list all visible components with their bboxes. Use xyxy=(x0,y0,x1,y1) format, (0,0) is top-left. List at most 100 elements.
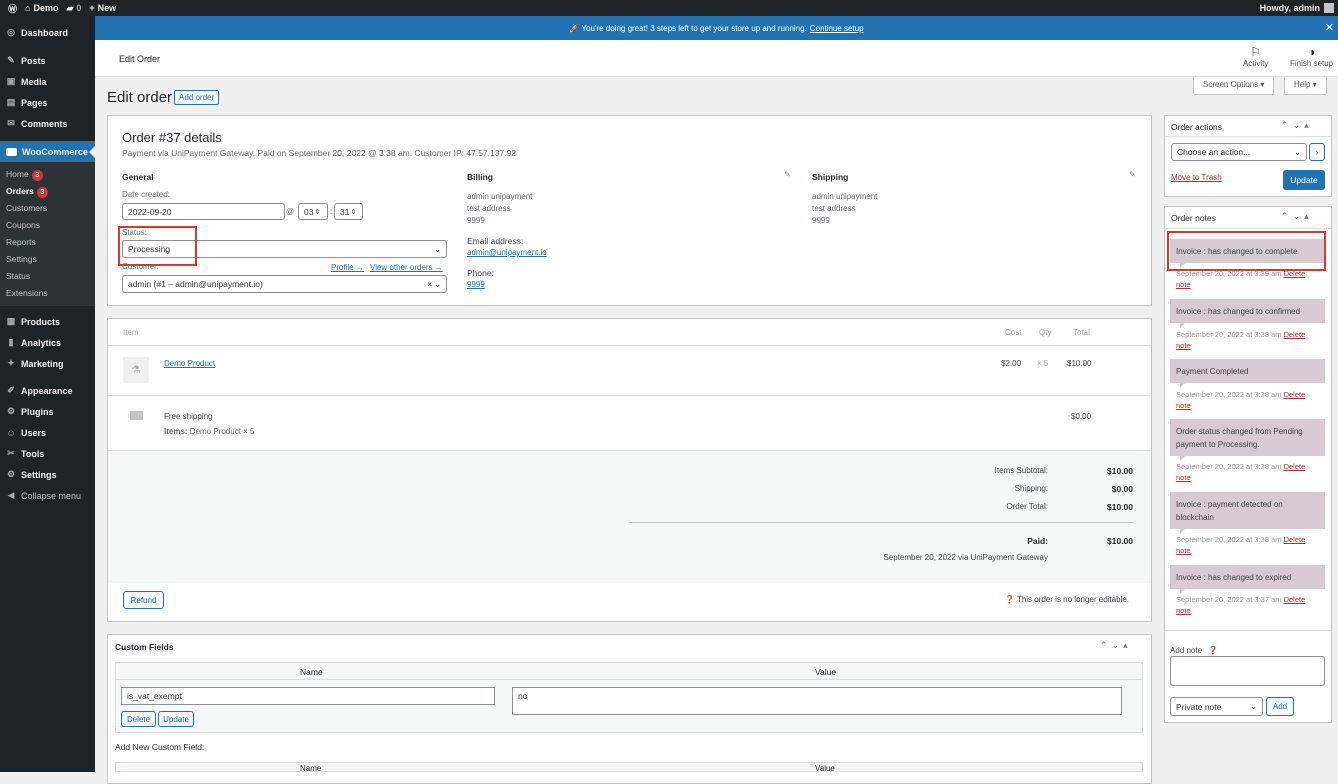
submenu-reports[interactable]: Reports xyxy=(0,234,95,251)
submenu-settings[interactable]: Settings xyxy=(0,251,95,268)
menu-item-tools[interactable]: ✂ Tools xyxy=(0,443,95,464)
menu-item-products[interactable]: ▦ Products xyxy=(0,311,95,332)
submenu-status[interactable]: Status xyxy=(0,268,95,285)
edit-shipping-icon[interactable]: ✎ xyxy=(1129,170,1136,179)
pin-icon: ✎ xyxy=(7,55,15,65)
admin-menu: ◎ Dashboard ✎ Posts ▣ Media ▤ Pages ✉ Comment… xyxy=(0,16,95,772)
product-total: $10.00 xyxy=(1067,359,1092,368)
note-meta: September 20, 2022 at 3:38 am Delete note xyxy=(1176,390,1306,410)
menu-item-posts[interactable]: ✎ Posts xyxy=(0,50,95,71)
subtotal-value: $10.00 xyxy=(1107,466,1133,476)
menu-item-media[interactable]: ▣ Media xyxy=(0,71,95,92)
order-total-value: $10.00 xyxy=(1107,502,1133,512)
activity-button[interactable]: ⚐ Activity xyxy=(1243,45,1268,69)
update-order-button[interactable]: Update xyxy=(1283,170,1325,190)
note-type-select[interactable]: Private note ⌄ xyxy=(1170,697,1263,716)
brush-icon: ✐ xyxy=(7,385,15,395)
box-controls[interactable]: ⌃⌄▴ xyxy=(1100,640,1132,651)
order-action-select[interactable]: Choose an action... ⌄ xyxy=(1171,143,1307,161)
submenu-extensions[interactable]: Extensions xyxy=(0,285,95,302)
menu-item-dashboard[interactable]: ◎ Dashboard xyxy=(0,22,95,43)
order-note: Invoice : payment detected on blockchain xyxy=(1170,492,1325,534)
paid-meta: September 20, 2022 via UniPayment Gatewa… xyxy=(883,553,1048,562)
hour-input[interactable]: 03 ⇕ xyxy=(298,203,328,220)
note-meta: September 20, 2022 at 3:37 am Delete note xyxy=(1176,595,1306,615)
submenu-customers[interactable]: Customers xyxy=(0,200,95,217)
minute-input[interactable]: 31 ⇕ xyxy=(334,203,363,220)
screen-options-button[interactable]: Screen Options ▾ xyxy=(1193,77,1275,95)
collapse-icon: ◀ xyxy=(7,490,15,500)
help-circle-icon: ❓ xyxy=(1004,595,1015,604)
highlight-box xyxy=(118,226,197,266)
menu-item-users[interactable]: ☺ Users xyxy=(0,422,95,443)
menu-item-analytics[interactable]: ▮ Analytics xyxy=(0,332,95,353)
note-meta: September 20, 2022 at 3:38 am Delete note xyxy=(1176,330,1306,350)
note-meta: September 20, 2022 at 3:38 am Delete note xyxy=(1176,535,1306,555)
products-icon: ▦ xyxy=(6,316,16,326)
close-icon[interactable]: ✕ xyxy=(1325,21,1334,34)
totals-divider xyxy=(629,522,1134,523)
delete-custom-field-button[interactable]: Delete xyxy=(121,711,156,727)
product-link[interactable]: Demo Product xyxy=(164,359,215,368)
column-header-total: Total xyxy=(1073,328,1090,337)
submenu-coupons[interactable]: Coupons xyxy=(0,217,95,234)
add-note-textarea[interactable] xyxy=(1170,656,1325,686)
help-button[interactable]: Help ▾ xyxy=(1284,77,1327,95)
flag-icon: ⚐ xyxy=(1250,45,1262,59)
new-content-link[interactable]: + New xyxy=(89,3,116,13)
update-custom-field-button[interactable]: Update xyxy=(158,711,194,727)
time-colon: : xyxy=(330,207,333,216)
items-header-row xyxy=(108,319,1151,346)
edit-billing-icon[interactable]: ✎ xyxy=(784,170,791,179)
date-input[interactable]: 2022-09-20 xyxy=(122,203,285,220)
settings-icon: ⚙ xyxy=(6,469,16,479)
email-link[interactable]: admin@unipayment.io xyxy=(467,248,547,257)
menu-item-plugins[interactable]: ⚙ Plugins xyxy=(0,401,95,422)
submenu-orders[interactable]: Orders 3 xyxy=(0,183,95,200)
comments-link[interactable]: ▰ 0 xyxy=(66,3,81,14)
shipping-address: admin unipayment test address 9999 xyxy=(812,192,878,225)
chevron-down-icon: ⌄ xyxy=(434,244,441,254)
order-meta: Payment via UniPayment Gateway. Paid on … xyxy=(122,148,517,158)
menu-item-pages[interactable]: ▤ Pages xyxy=(0,92,95,113)
phone-link[interactable]: 9999 xyxy=(467,280,485,289)
collapse-menu-button[interactable]: ◀ Collapse menu xyxy=(0,485,95,506)
customer-select[interactable]: admin (#1 – admin@unipayment.io) × ⌄ xyxy=(122,275,447,293)
dashboard-icon: ◎ xyxy=(7,27,15,37)
billing-address: admin unipayment test address 9999 xyxy=(467,192,533,225)
order-heading: Order #37 details xyxy=(122,130,222,145)
menu-item-appearance[interactable]: ✐ Appearance xyxy=(0,380,95,401)
menu-item-settings[interactable]: ⚙ Settings xyxy=(0,464,95,485)
profile-link[interactable]: Profile → xyxy=(331,263,364,272)
product-thumbnail: ⚗ xyxy=(123,357,149,383)
new-custom-field-header xyxy=(115,762,1143,772)
wordpress-logo-icon[interactable]: Ⓦ xyxy=(8,2,17,15)
phone-label: Phone: xyxy=(467,268,494,278)
apply-action-button[interactable]: › xyxy=(1309,143,1325,161)
custom-field-value-textarea[interactable]: no xyxy=(512,687,1122,715)
finish-setup-button[interactable]: ◑ Finish setup xyxy=(1290,46,1333,69)
help-icon[interactable]: ❓ xyxy=(1208,646,1218,655)
box-controls[interactable]: ⌃⌄▴ xyxy=(1281,211,1313,222)
add-order-button[interactable]: Add order xyxy=(174,90,220,105)
woocommerce-header: Edit Order ⚐ Activity ◑ Finish setup xyxy=(95,40,1338,77)
shipping-heading: Shipping xyxy=(812,172,849,182)
my-account-link[interactable]: Howdy, admin xyxy=(1260,3,1334,13)
box-controls[interactable]: ⌃⌄▴ xyxy=(1281,120,1313,131)
column-header-name: Name xyxy=(300,667,323,677)
move-to-trash-link[interactable]: Move to Trash xyxy=(1171,173,1222,182)
menu-item-woocommerce[interactable]: WooCommerce xyxy=(0,141,95,162)
paid-label: Paid: xyxy=(1027,536,1048,546)
view-other-orders-link[interactable]: View other orders → xyxy=(370,263,443,272)
menu-item-marketing[interactable]: ✦ Marketing xyxy=(0,353,95,374)
refund-button[interactable]: Refund xyxy=(123,591,164,609)
site-name-link[interactable]: ⌂ Demo xyxy=(25,3,58,13)
custom-field-key-input[interactable]: is_vat_exempt xyxy=(121,687,495,705)
add-note-button[interactable]: Add xyxy=(1266,697,1294,716)
menu-item-comments[interactable]: ✉ Comments xyxy=(0,113,95,134)
continue-setup-link[interactable]: Continue setup xyxy=(810,24,864,33)
submenu-home[interactable]: Home 3 xyxy=(0,166,95,183)
shipping-total-value: $0.00 xyxy=(1111,484,1133,494)
add-custom-field-heading: Add New Custom Field: xyxy=(115,742,205,752)
general-heading: General xyxy=(122,172,154,182)
